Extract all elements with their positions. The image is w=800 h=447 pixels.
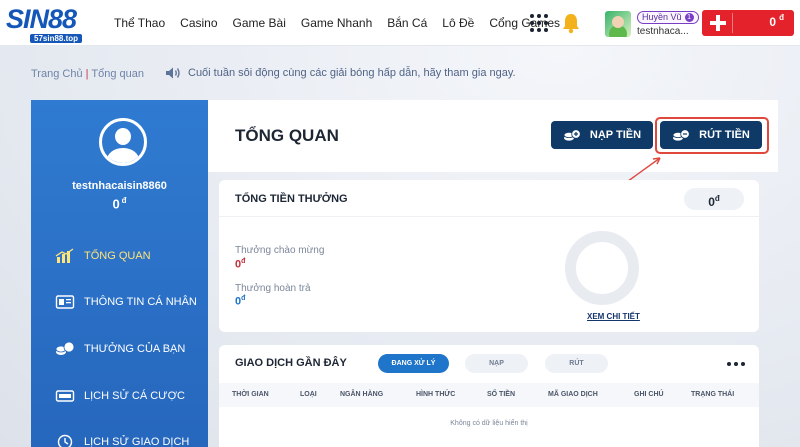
logo-domain: 57sin88.top bbox=[30, 34, 83, 43]
nav-item-ban-ca[interactable]: Bắn Cá bbox=[387, 16, 427, 30]
clock-icon bbox=[57, 434, 73, 447]
view-detail-link[interactable]: XEM CHI TIẾT bbox=[587, 312, 640, 321]
apps-grid-icon[interactable] bbox=[530, 14, 548, 32]
nav-item-casino[interactable]: Casino bbox=[180, 16, 217, 30]
user-level-badge: Huyền Vũ 1 bbox=[637, 11, 699, 24]
user-short-name[interactable]: testnhaca... bbox=[637, 26, 689, 37]
divider bbox=[219, 216, 759, 217]
breadcrumb-home[interactable]: Trang Chủ bbox=[31, 68, 83, 80]
column-header: Mã giao dịch bbox=[548, 391, 598, 398]
sidebar-currency: đ bbox=[121, 196, 127, 205]
transactions-table-header: Thời gian Loại Ngân hàng Hình thức Số ti… bbox=[219, 383, 759, 407]
column-header: Số tiền bbox=[487, 391, 516, 398]
empty-state-text: Không có dữ liệu hiển thị bbox=[450, 420, 528, 427]
chart-icon bbox=[55, 248, 74, 263]
plus-icon bbox=[710, 15, 726, 31]
id-card-icon bbox=[55, 295, 75, 309]
sidebar-item-label: Thưởng của bạn bbox=[84, 343, 186, 355]
coins-icon bbox=[55, 341, 75, 355]
profile-avatar-icon bbox=[99, 118, 147, 166]
rebate-bonus-value: 0đ bbox=[235, 295, 245, 308]
tab-rut[interactable]: Rút bbox=[545, 354, 608, 373]
sidebar-balance: 0đ bbox=[31, 196, 208, 211]
user-level: 1 bbox=[684, 13, 694, 22]
more-options-icon[interactable] bbox=[727, 362, 745, 366]
sidebar-username: testnhacaisin8860 bbox=[72, 180, 167, 192]
sidebar-item-tong-quan[interactable]: Tổng quan bbox=[55, 246, 205, 266]
breadcrumb-separator: | bbox=[85, 68, 89, 80]
sidebar-item-lich-su-giao-dich[interactable]: Lịch sử giao dịch bbox=[55, 432, 205, 447]
sidebar-item-label: Tổng quan bbox=[84, 250, 151, 262]
brand-logo[interactable]: SIN88 57sin88.top bbox=[4, 4, 100, 44]
tab-nap[interactable]: Nạp bbox=[465, 354, 528, 373]
column-header: Loại bbox=[300, 391, 317, 398]
deposit-button[interactable]: NẠP TIỀN bbox=[551, 121, 653, 149]
bonus-title: Tổng tiền thưởng bbox=[235, 193, 348, 205]
balance-deposit-button[interactable]: 0 đ bbox=[702, 10, 794, 36]
main-nav: Thể Thao Casino Game Bài Game Nhanh Bắn … bbox=[114, 0, 575, 46]
breadcrumb-current: Tổng quan bbox=[91, 68, 145, 80]
bell-icon[interactable] bbox=[561, 12, 581, 34]
rebate-bonus-label: Thưởng hoàn trả bbox=[235, 283, 311, 294]
sidebar-item-lich-su-ca-cuoc[interactable]: Lịch sử cá cược bbox=[55, 386, 205, 406]
sidebar-item-label: Thông tin cá nhân bbox=[84, 296, 197, 308]
welcome-bonus-value: 0đ bbox=[235, 258, 245, 271]
announcement-marquee: Cuối tuần sôi động cùng các giải bóng hấ… bbox=[188, 67, 516, 79]
column-header: Ngân hàng bbox=[340, 391, 384, 398]
welcome-bonus-currency: đ bbox=[241, 258, 246, 265]
logo-text: SIN88 bbox=[6, 4, 77, 34]
header-currency: đ bbox=[779, 13, 784, 22]
column-header: Ghi chú bbox=[634, 391, 664, 398]
bonus-total-value: 0 bbox=[708, 195, 715, 209]
bonus-total-currency: đ bbox=[714, 194, 720, 203]
user-display-name: Huyền Vũ bbox=[642, 12, 682, 22]
withdraw-highlight-annotation bbox=[655, 117, 769, 154]
nav-item-the-thao[interactable]: Thể Thao bbox=[114, 16, 165, 30]
rebate-bonus-currency: đ bbox=[241, 295, 246, 302]
column-header: Thời gian bbox=[232, 391, 269, 398]
sidebar-item-thong-tin[interactable]: Thông tin cá nhân bbox=[55, 292, 205, 312]
nav-item-game-nhanh[interactable]: Game Nhanh bbox=[301, 16, 372, 30]
user-avatar[interactable] bbox=[605, 11, 631, 37]
header-balance: 0 bbox=[769, 15, 776, 29]
ticket-icon bbox=[55, 390, 75, 402]
deposit-coins-icon bbox=[563, 129, 581, 141]
sidebar-balance-value: 0 bbox=[112, 196, 120, 212]
tab-dang-xu-ly[interactable]: Đang xử lý bbox=[378, 354, 449, 373]
welcome-bonus-label: Thưởng chào mừng bbox=[235, 245, 325, 256]
top-header: SIN88 57sin88.top Thể Thao Casino Game B… bbox=[0, 0, 800, 46]
bonus-card: Tổng tiền thưởng 0đ Thưởng chào mừng 0đ … bbox=[219, 180, 759, 332]
bonus-total: 0đ bbox=[684, 188, 744, 210]
sidebar-item-label: Lịch sử giao dịch bbox=[84, 436, 190, 447]
divider bbox=[732, 13, 733, 33]
column-header: Trạng thái bbox=[691, 391, 735, 398]
recent-transactions-card: Giao dịch gần đây Đang xử lý Nạp Rút Thờ… bbox=[219, 345, 759, 447]
sidebar-item-thuong[interactable]: Thưởng của bạn bbox=[55, 339, 205, 359]
column-header: Hình thức bbox=[416, 391, 456, 398]
page-title: TỔNG QUAN bbox=[235, 126, 339, 145]
nav-item-game-bai[interactable]: Game Bài bbox=[233, 16, 286, 30]
bonus-donut-chart bbox=[565, 231, 639, 305]
deposit-label: NẠP TIỀN bbox=[589, 129, 642, 141]
nav-item-lo-de[interactable]: Lô Đề bbox=[442, 16, 474, 30]
transactions-title: Giao dịch gần đây bbox=[235, 357, 347, 369]
breadcrumb: Trang Chủ | Tổng quan bbox=[31, 68, 144, 80]
nav-item-cong-games[interactable]: Cổng Games bbox=[489, 16, 560, 30]
account-sidebar: testnhacaisin8860 0đ Tổng quan Thông tin… bbox=[31, 100, 208, 447]
speaker-icon bbox=[166, 67, 180, 79]
sidebar-item-label: Lịch sử cá cược bbox=[84, 390, 185, 402]
